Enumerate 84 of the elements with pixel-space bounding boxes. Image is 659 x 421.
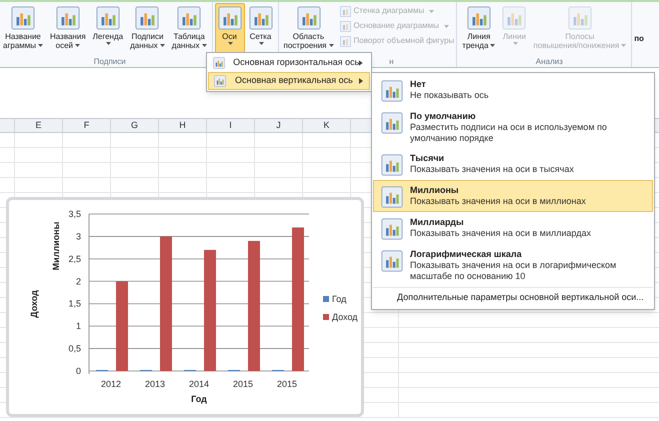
- chart-icon: [381, 80, 403, 102]
- legend-swatch: [323, 314, 329, 320]
- group-label: Подписи: [94, 56, 126, 67]
- chart-icon: [96, 6, 120, 30]
- option-description: Показывать значения на оси в тысячах: [410, 164, 574, 175]
- option-title: Нет: [410, 78, 427, 90]
- chart-icon: [381, 250, 403, 272]
- tick-label: 1: [76, 321, 81, 332]
- option-title: По умолчанию: [410, 110, 477, 122]
- chart-icon: [466, 6, 491, 30]
- menu-item[interactable]: Логарифмическая шкала Показывать значения на оси в логарифмическом масштабе по основанию 10: [373, 244, 653, 286]
- option-title: Миллиарды: [410, 216, 465, 228]
- group-label: Анализ: [536, 56, 563, 67]
- option-description: Показывать значения на оси в миллионах: [410, 196, 586, 207]
- option-description: Разместить подписи на оси в используемом по умолчанию порядке: [410, 122, 608, 144]
- column-header[interactable]: J: [255, 119, 303, 132]
- legend-swatch: [323, 296, 329, 302]
- menu-item[interactable]: Основная горизонтальная ось: [208, 54, 370, 72]
- chart-icon: [340, 20, 351, 32]
- chart-icon: [214, 75, 226, 87]
- column-header[interactable]: E: [15, 119, 63, 132]
- ribbon-button[interactable]: Подписи данных: [127, 3, 168, 54]
- ribbon-button[interactable]: Названия осей: [47, 3, 89, 54]
- chart-icon: [340, 36, 351, 46]
- column-header[interactable]: I: [207, 119, 255, 132]
- category-label: 2015: [276, 379, 298, 389]
- chart-icon: [381, 112, 403, 134]
- button-label[interactable]: по: [632, 2, 644, 67]
- column-header[interactable]: G: [111, 119, 159, 132]
- ribbon-button[interactable]: Название аграммы: [0, 3, 46, 54]
- menu-item[interactable]: Дополнительные параметры основной вертикальной оси...: [373, 288, 653, 308]
- category-label: 2014: [188, 379, 210, 389]
- option-description: Показывать значения на оси в логарифмическом масштабе по основанию 10: [410, 260, 618, 282]
- legend-label: Год: [332, 294, 346, 304]
- axis-title: Год: [191, 394, 207, 404]
- submenu-arrow-icon: [359, 60, 363, 66]
- submenu-arrow-icon: [359, 78, 363, 84]
- chart-icon: [177, 6, 202, 30]
- option-description: Показывать значения на оси в миллиардах: [410, 228, 591, 239]
- chart-icon: [248, 6, 272, 30]
- ribbon-button[interactable]: Легенда: [90, 3, 126, 54]
- chart-icon: [11, 6, 35, 30]
- menu-item[interactable]: Миллиарды Показывать значения на оси в миллиардах: [373, 212, 653, 244]
- ribbon-button[interactable]: Таблица данных: [168, 3, 210, 54]
- ribbon-button[interactable]: Оси: [214, 3, 244, 54]
- tick-label: 3,5: [68, 209, 81, 219]
- legend-label: Доход: [332, 312, 358, 322]
- chart-icon: [568, 6, 592, 30]
- chart-icon: [218, 6, 242, 30]
- category-label: 2013: [144, 379, 166, 389]
- category-label: 2015: [232, 379, 254, 389]
- menu-item[interactable]: Тысячи Показывать значения на оси в тысячах: [373, 148, 653, 180]
- column-header[interactable]: F: [63, 119, 111, 132]
- menu-item[interactable]: Миллионы Показывать значения на оси в миллионах: [373, 180, 653, 212]
- column-header[interactable]: K: [303, 119, 351, 132]
- tick-label: 2,5: [68, 254, 81, 264]
- ribbon-button[interactable]: Линия тренда: [459, 3, 498, 54]
- ribbon-button[interactable]: Сетка: [246, 3, 276, 54]
- menu-item[interactable]: По умолчанию Разместить подписи на оси в используемом по умолчанию порядке: [373, 106, 653, 148]
- tick-label: 3: [76, 231, 81, 242]
- chart-icon: [296, 6, 320, 30]
- tick-label: 1,5: [68, 298, 81, 309]
- tick-label: 2: [76, 276, 81, 286]
- chart-icon: [381, 154, 403, 176]
- option-title: Тысячи: [410, 152, 446, 164]
- chart-icon: [56, 6, 80, 30]
- category-label: 2012: [100, 379, 122, 389]
- tick-label: 0,5: [68, 344, 81, 354]
- menu-item[interactable]: Нет Не показывать ось: [373, 74, 653, 106]
- column-header[interactable]: H: [159, 119, 207, 132]
- tick-label: 0: [76, 366, 81, 376]
- chart-icon: [340, 6, 351, 16]
- chart-icon: [502, 6, 526, 30]
- axis-title: Доход: [29, 290, 39, 318]
- option-title: Логарифмическая шкала: [410, 248, 523, 260]
- option-description: Не показывать ось: [410, 90, 489, 101]
- menu-item[interactable]: Основная вертикальная ось: [208, 72, 370, 90]
- unit-label: Миллионы: [51, 222, 61, 270]
- chart-icon: [381, 218, 403, 240]
- chart-icon: [381, 186, 403, 208]
- group-label: н: [389, 56, 394, 67]
- option-title: Миллионы: [410, 184, 460, 196]
- chart-icon: [213, 57, 226, 69]
- chart-icon: [135, 6, 160, 30]
